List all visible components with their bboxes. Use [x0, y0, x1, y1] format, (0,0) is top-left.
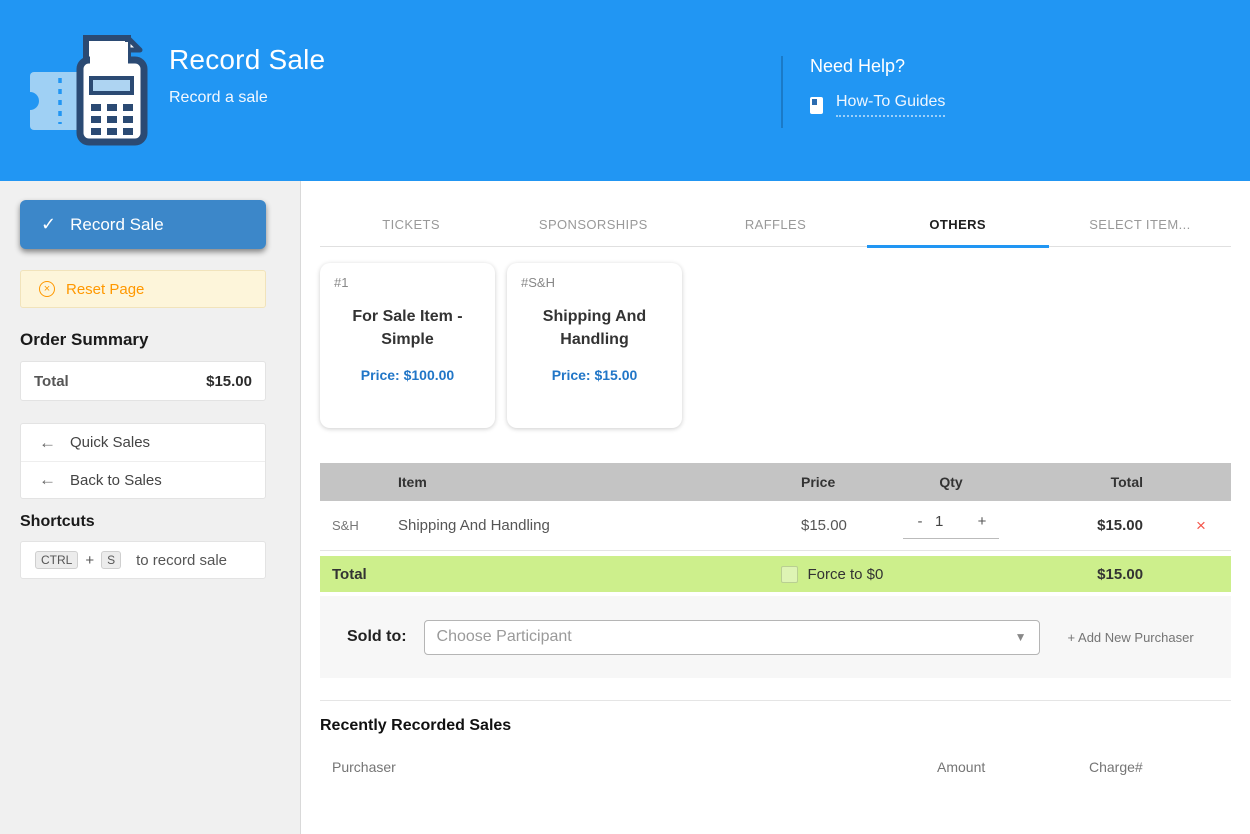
- sold-to-section: Sold to: Choose Participant ▼ + Add New …: [320, 596, 1231, 678]
- order-summary-heading: Order Summary: [20, 330, 280, 350]
- tab-sponsorships[interactable]: SPONSORSHIPS: [502, 203, 684, 248]
- order-grand-total: $15.00: [1021, 566, 1171, 583]
- col-amount: Amount: [937, 759, 1089, 775]
- page-title: Record Sale: [169, 44, 325, 76]
- order-total-row: Total Force to $0 $15.00: [320, 556, 1231, 592]
- table-row: S&H Shipping And Handling $15.00 - 1 + $…: [320, 501, 1231, 551]
- participant-select-placeholder: Choose Participant: [437, 628, 1015, 646]
- item-code: #1: [334, 275, 481, 290]
- item-card-shipping-and-handling[interactable]: #S&H Shipping And Handling Price: $15.00: [507, 263, 682, 428]
- qty-increase-button[interactable]: +: [967, 513, 997, 530]
- row-item-code: S&H: [320, 518, 398, 533]
- order-total-value: $15.00: [206, 373, 252, 390]
- shortcut-description: to record sale: [136, 552, 227, 569]
- book-icon: [810, 97, 823, 114]
- qty-value[interactable]: 1: [935, 513, 967, 530]
- arrow-left-icon: ←: [39, 470, 56, 490]
- participant-select[interactable]: Choose Participant ▼: [424, 620, 1040, 655]
- sidebar-nav-card: ← Quick Sales ← Back to Sales: [20, 423, 266, 499]
- order-total-label: Total: [34, 373, 69, 390]
- row-item-total: $15.00: [1021, 517, 1171, 534]
- quick-sales-label: Quick Sales: [70, 434, 150, 451]
- section-divider: [320, 700, 1231, 701]
- how-to-guides-link[interactable]: How-To Guides: [836, 93, 945, 117]
- col-charge: Charge#: [1089, 759, 1231, 775]
- recent-sales-column-headers: Purchaser Amount Charge#: [320, 759, 1231, 775]
- header-total: Total: [1021, 474, 1171, 490]
- record-sale-button[interactable]: ✓ Record Sale: [20, 200, 266, 249]
- order-summary-total-card: Total $15.00: [20, 361, 266, 401]
- item-name: For Sale Item - Simple: [334, 305, 481, 351]
- qty-decrease-button[interactable]: -: [905, 513, 935, 530]
- col-purchaser: Purchaser: [320, 759, 937, 775]
- tab-select-item[interactable]: SELECT ITEM...: [1049, 203, 1231, 248]
- force-to-zero-checkbox[interactable]: [781, 566, 798, 583]
- tab-others[interactable]: OTHERS: [867, 203, 1049, 248]
- header-qty: Qty: [881, 474, 1021, 490]
- reset-circle-x-icon: ×: [39, 281, 55, 297]
- sold-to-label: Sold to:: [347, 628, 407, 646]
- ctrl-key: CTRL: [35, 551, 78, 569]
- page-header: Record Sale Record a sale Need Help? How…: [0, 0, 1250, 181]
- total-row-label: Total: [320, 566, 781, 583]
- back-to-sales-label: Back to Sales: [70, 472, 162, 489]
- tab-tickets[interactable]: TICKETS: [320, 203, 502, 248]
- key-separator: +: [85, 552, 94, 569]
- shortcuts-heading: Shortcuts: [20, 513, 280, 531]
- row-item-price: $15.00: [781, 517, 881, 534]
- record-sale-ticket-terminal-icon: [28, 28, 153, 146]
- item-card-list: #1 For Sale Item - Simple Price: $100.00…: [320, 263, 1231, 428]
- item-card-for-sale-item-simple[interactable]: #1 For Sale Item - Simple Price: $100.00: [320, 263, 495, 428]
- add-new-purchaser-link[interactable]: + Add New Purchaser: [1068, 630, 1194, 645]
- category-tabs: TICKETS SPONSORSHIPS RAFFLES OTHERS SELE…: [320, 203, 1231, 247]
- recently-recorded-sales-heading: Recently Recorded Sales: [320, 717, 1231, 735]
- shortcut-hint: CTRL + S to record sale: [20, 541, 266, 579]
- reset-page-button-label: Reset Page: [66, 281, 144, 298]
- header-price: Price: [781, 474, 881, 490]
- item-name: Shipping And Handling: [521, 305, 668, 351]
- help-panel: Need Help? How-To Guides: [781, 56, 945, 128]
- order-table: Item Price Qty Total S&H Shipping And Ha…: [320, 463, 1231, 678]
- order-table-header: Item Price Qty Total: [320, 463, 1231, 501]
- quantity-stepper: - 1 +: [903, 513, 999, 539]
- record-sale-button-label: Record Sale: [70, 215, 164, 235]
- item-price: Price: $15.00: [521, 367, 668, 383]
- item-price: Price: $100.00: [334, 367, 481, 383]
- sidebar-item-quick-sales[interactable]: ← Quick Sales: [21, 424, 265, 461]
- check-icon: ✓: [41, 214, 56, 235]
- header-item: Item: [398, 474, 781, 490]
- delete-row-icon[interactable]: ×: [1196, 517, 1206, 534]
- main-content: TICKETS SPONSORSHIPS RAFFLES OTHERS SELE…: [301, 181, 1250, 834]
- sidebar-item-back-to-sales[interactable]: ← Back to Sales: [21, 461, 265, 498]
- tab-raffles[interactable]: RAFFLES: [684, 203, 866, 248]
- reset-page-button[interactable]: × Reset Page: [20, 270, 266, 308]
- row-item-name: Shipping And Handling: [398, 517, 781, 534]
- arrow-left-icon: ←: [39, 433, 56, 453]
- item-code: #S&H: [521, 275, 668, 290]
- help-title: Need Help?: [810, 56, 945, 77]
- page-subtitle: Record a sale: [169, 89, 325, 107]
- s-key: S: [101, 551, 121, 569]
- chevron-down-icon: ▼: [1015, 630, 1027, 644]
- force-to-zero-label: Force to $0: [807, 566, 883, 583]
- sidebar: ✓ Record Sale × Reset Page Order Summary…: [0, 181, 301, 834]
